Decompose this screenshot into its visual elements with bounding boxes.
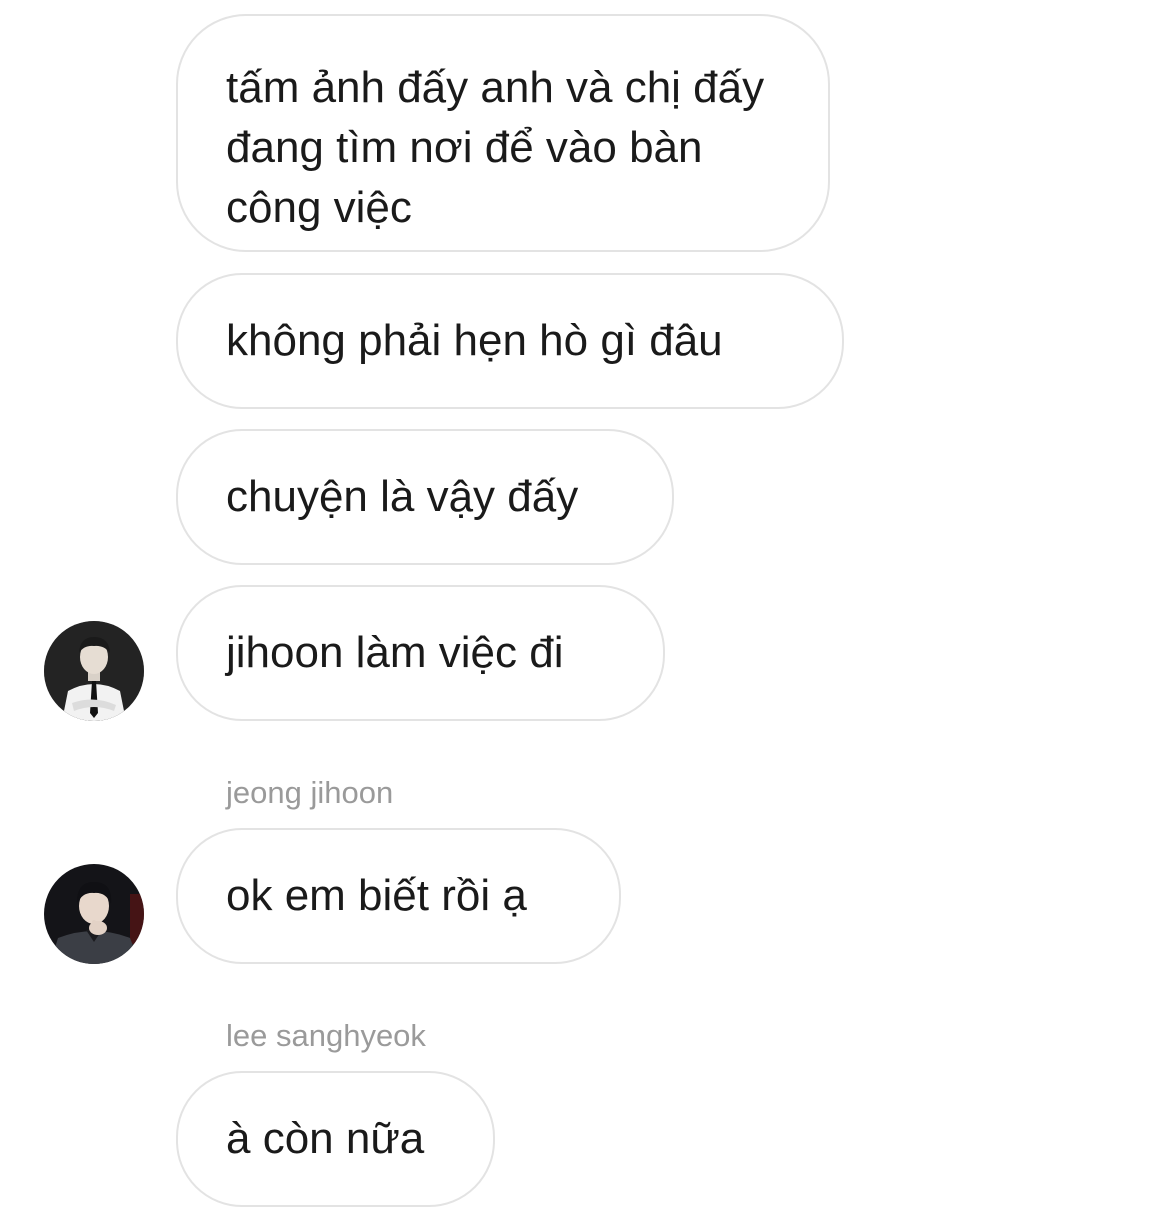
sender-avatar[interactable] xyxy=(44,864,144,964)
message-text: không phải hẹn hò gì đâu xyxy=(226,316,723,365)
message-bubble[interactable]: không phải hẹn hò gì đâu xyxy=(176,273,844,409)
sender-avatar[interactable] xyxy=(44,621,144,721)
profile-photo-icon xyxy=(44,864,144,964)
message-text: à còn nữa xyxy=(226,1114,425,1163)
sender-name: lee sanghyeok xyxy=(226,1018,426,1053)
message-bubble[interactable]: jihoon làm việc đi xyxy=(176,585,665,721)
sender-name: jeong jihoon xyxy=(226,775,394,810)
profile-photo-icon xyxy=(44,621,144,721)
message-bubble[interactable]: chuyện là vậy đấy xyxy=(176,429,674,565)
message-text: jihoon làm việc đi xyxy=(226,628,564,677)
message-bubble[interactable]: ok em biết rồi ạ xyxy=(176,828,621,964)
message-bubble[interactable]: à còn nữa xyxy=(176,1071,495,1207)
message-text: ok em biết rồi ạ xyxy=(226,871,527,920)
message-bubble[interactable]: tấm ảnh đấy anh và chị đấy đang tìm nơi … xyxy=(176,14,830,252)
message-text: chuyện là vậy đấy xyxy=(226,472,579,521)
message-text: tấm ảnh đấy anh và chị đấy đang tìm nơi … xyxy=(226,63,765,232)
